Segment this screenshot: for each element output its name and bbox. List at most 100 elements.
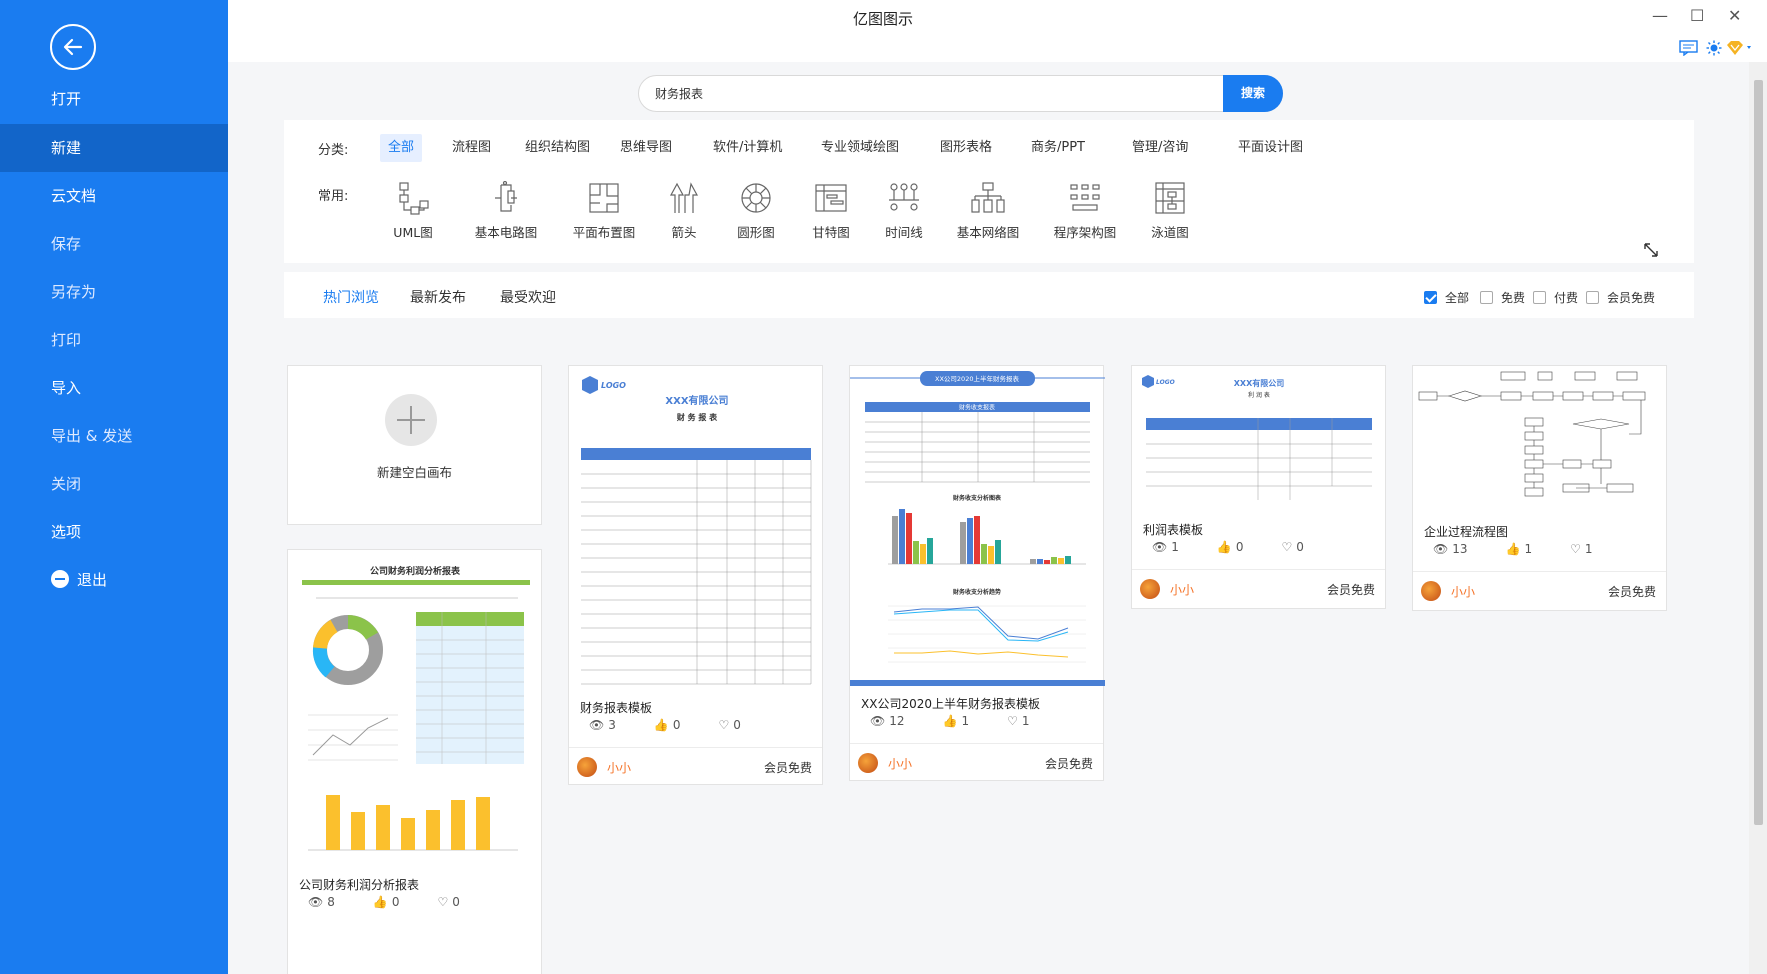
license-badge: 会员免费 [763, 761, 812, 775]
category-org-chart[interactable]: 组织结构图 [517, 134, 598, 162]
author-name[interactable]: 小小 [607, 759, 631, 776]
author-name[interactable]: 小小 [1170, 581, 1194, 598]
filter-all-checkbox[interactable]: 全部 [1424, 289, 1469, 306]
template-title: XX公司2020上半年财务报表模板 [861, 697, 1040, 711]
template-stats: 👁 1 👍 0 ♡ 0 [1152, 540, 1342, 554]
likes-stat: 👍 1 [1505, 542, 1533, 556]
avatar[interactable] [858, 753, 878, 773]
comment-icon[interactable] [1679, 40, 1699, 56]
category-management[interactable]: 管理/咨询 [1124, 134, 1196, 162]
tab-latest[interactable]: 最新发布 [410, 287, 466, 307]
sidebar-item-save[interactable]: 保存 [0, 220, 228, 268]
template-card[interactable]: 企业过程流程图 👁 13 👍 1 ♡ 1 小小 会员免费 [1412, 365, 1667, 611]
search-button[interactable]: 搜索 [1223, 75, 1283, 112]
common-floorplan-label: 平面布置图 [572, 225, 636, 240]
template-thumbnail: 公司财务利润分析报表 [288, 550, 543, 910]
template-thumbnail [1413, 366, 1668, 516]
category-label: 分类: [318, 143, 349, 158]
filter-vip-checkbox[interactable]: 会员免费 [1586, 289, 1655, 306]
category-graphic-design[interactable]: 平面设计图 [1230, 134, 1311, 162]
sun-icon[interactable] [1706, 40, 1722, 56]
common-swimlane[interactable]: 泳道图 [1125, 180, 1215, 241]
category-all[interactable]: 全部 [380, 134, 423, 162]
thumb-logo: LOGO [601, 381, 626, 390]
thumbs-up-icon: 👍 [1505, 542, 1521, 556]
sidebar-item-close[interactable]: 关闭 [0, 460, 228, 508]
sidebar-item-open[interactable]: 打开 [0, 75, 228, 123]
common-network[interactable]: 基本网络图 [943, 180, 1033, 241]
avatar[interactable] [577, 757, 597, 777]
template-thumbnail: XX公司2020上半年财务报表 财务收支报表 财务收支分析图表 财务收支分析趋势 [850, 366, 1105, 696]
minus-circle-icon [51, 569, 69, 588]
vertical-scrollbar[interactable] [1749, 62, 1767, 974]
close-button[interactable]: ✕ [1728, 6, 1741, 25]
template-thumbnail: LOGO XXX有限公司 利 润 表 [1132, 366, 1387, 516]
template-card[interactable]: XX公司2020上半年财务报表 财务收支报表 财务收支分析图表 财务收支分析趋势… [849, 365, 1105, 781]
category-mindmap[interactable]: 思维导图 [612, 134, 680, 162]
sidebar-item-new[interactable]: 新建 [0, 124, 228, 172]
search-input[interactable] [655, 76, 1175, 111]
arrow-icon [669, 182, 699, 213]
favs-stat: ♡ 0 [437, 895, 460, 909]
category-software[interactable]: 软件/计算机 [705, 134, 790, 162]
back-button[interactable] [50, 24, 96, 70]
common-architecture[interactable]: 程序架构图 [1040, 180, 1130, 241]
vip-diamond-icon[interactable] [1725, 40, 1755, 56]
minimize-button[interactable]: — [1652, 6, 1668, 25]
search-bar: 搜索 [638, 75, 1283, 112]
thumbs-up-icon: 👍 [942, 714, 958, 728]
filter-panel: 分类: 全部 流程图 组织结构图 思维导图 软件/计算机 专业领域绘图 图形表格… [284, 120, 1694, 263]
author-name[interactable]: 小小 [1451, 583, 1475, 600]
avatar[interactable] [1421, 581, 1441, 601]
filter-free-checkbox[interactable]: 免费 [1480, 289, 1525, 306]
views-stat: 👁 12 [870, 714, 905, 728]
category-flowchart[interactable]: 流程图 [444, 134, 499, 162]
license-badge: 会员免费 [1044, 757, 1093, 771]
arrow-left-icon [63, 38, 83, 56]
template-footer: 小小 会员免费 [1132, 569, 1385, 607]
common-floorplan[interactable]: 平面布置图 [559, 180, 649, 241]
category-graphics-table[interactable]: 图形表格 [932, 134, 1000, 162]
avatar[interactable] [1140, 579, 1160, 599]
gantt-icon [815, 184, 847, 212]
expand-icon[interactable] [1643, 242, 1659, 258]
tab-hot[interactable]: 热门浏览 [323, 287, 379, 307]
sidebar-item-cloud[interactable]: 云文档 [0, 172, 228, 220]
app-title: 亿图图示 [852, 10, 913, 28]
common-uml[interactable]: UML图 [368, 180, 458, 241]
sidebar-item-export[interactable]: 导出 & 发送 [0, 412, 228, 460]
likes-stat: 👍 0 [653, 718, 681, 732]
sidebar-item-save-as[interactable]: 另存为 [0, 268, 228, 316]
new-blank-canvas-card[interactable]: 新建空白画布 [287, 365, 542, 525]
template-title: 企业过程流程图 [1424, 525, 1509, 539]
common-circuit[interactable]: 基本电路图 [461, 180, 551, 241]
maximize-button[interactable]: ☐ [1690, 6, 1704, 25]
scroll-thumb[interactable] [1754, 80, 1763, 825]
category-professional[interactable]: 专业领域绘图 [813, 134, 907, 162]
template-card[interactable]: LOGO XXX有限公司 利 润 表 利润表模板 👁 1 👍 0 ♡ 0 小小 … [1131, 365, 1386, 609]
common-label: 常用: [318, 189, 349, 204]
sidebar-item-exit[interactable]: 退出 [0, 556, 228, 604]
template-title: 利润表模板 [1143, 523, 1204, 537]
template-card[interactable]: LOGO XXX有限公司 财 务 报 表 财务报表模板 👁3 👍0 ♡0 [568, 365, 823, 785]
thumb-company: XXX有限公司 [665, 394, 728, 407]
common-network-label: 基本网络图 [956, 225, 1020, 240]
sidebar-item-import[interactable]: 导入 [0, 364, 228, 412]
author-name[interactable]: 小小 [888, 755, 912, 772]
filter-paid-checkbox[interactable]: 付费 [1533, 289, 1578, 306]
common-timeline[interactable]: 时间线 [859, 180, 949, 241]
thumbs-up-icon: 👍 [372, 895, 388, 909]
license-badge: 会员免费 [1607, 585, 1656, 599]
tab-popular[interactable]: 最受欢迎 [500, 287, 556, 307]
thumb-table-title: 财务收支报表 [959, 404, 995, 412]
main-content: 搜索 分类: 全部 流程图 组织结构图 思维导图 软件/计算机 专业领域绘图 图… [228, 62, 1748, 974]
eye-icon: 👁 [870, 714, 886, 728]
eye-icon: 👁 [1152, 540, 1168, 554]
sidebar-item-print[interactable]: 打印 [0, 316, 228, 364]
category-business-ppt[interactable]: 商务/PPT [1023, 134, 1093, 162]
sidebar-item-options[interactable]: 选项 [0, 508, 228, 556]
template-card[interactable]: 公司财务利润分析报表 公司财务利润分析报表 👁 8 👍 0 ♡ 0 [287, 549, 542, 974]
common-architecture-label: 程序架构图 [1053, 225, 1117, 240]
views-stat: 👁 3 [589, 718, 616, 732]
likes-stat: 👍 0 [372, 895, 400, 909]
